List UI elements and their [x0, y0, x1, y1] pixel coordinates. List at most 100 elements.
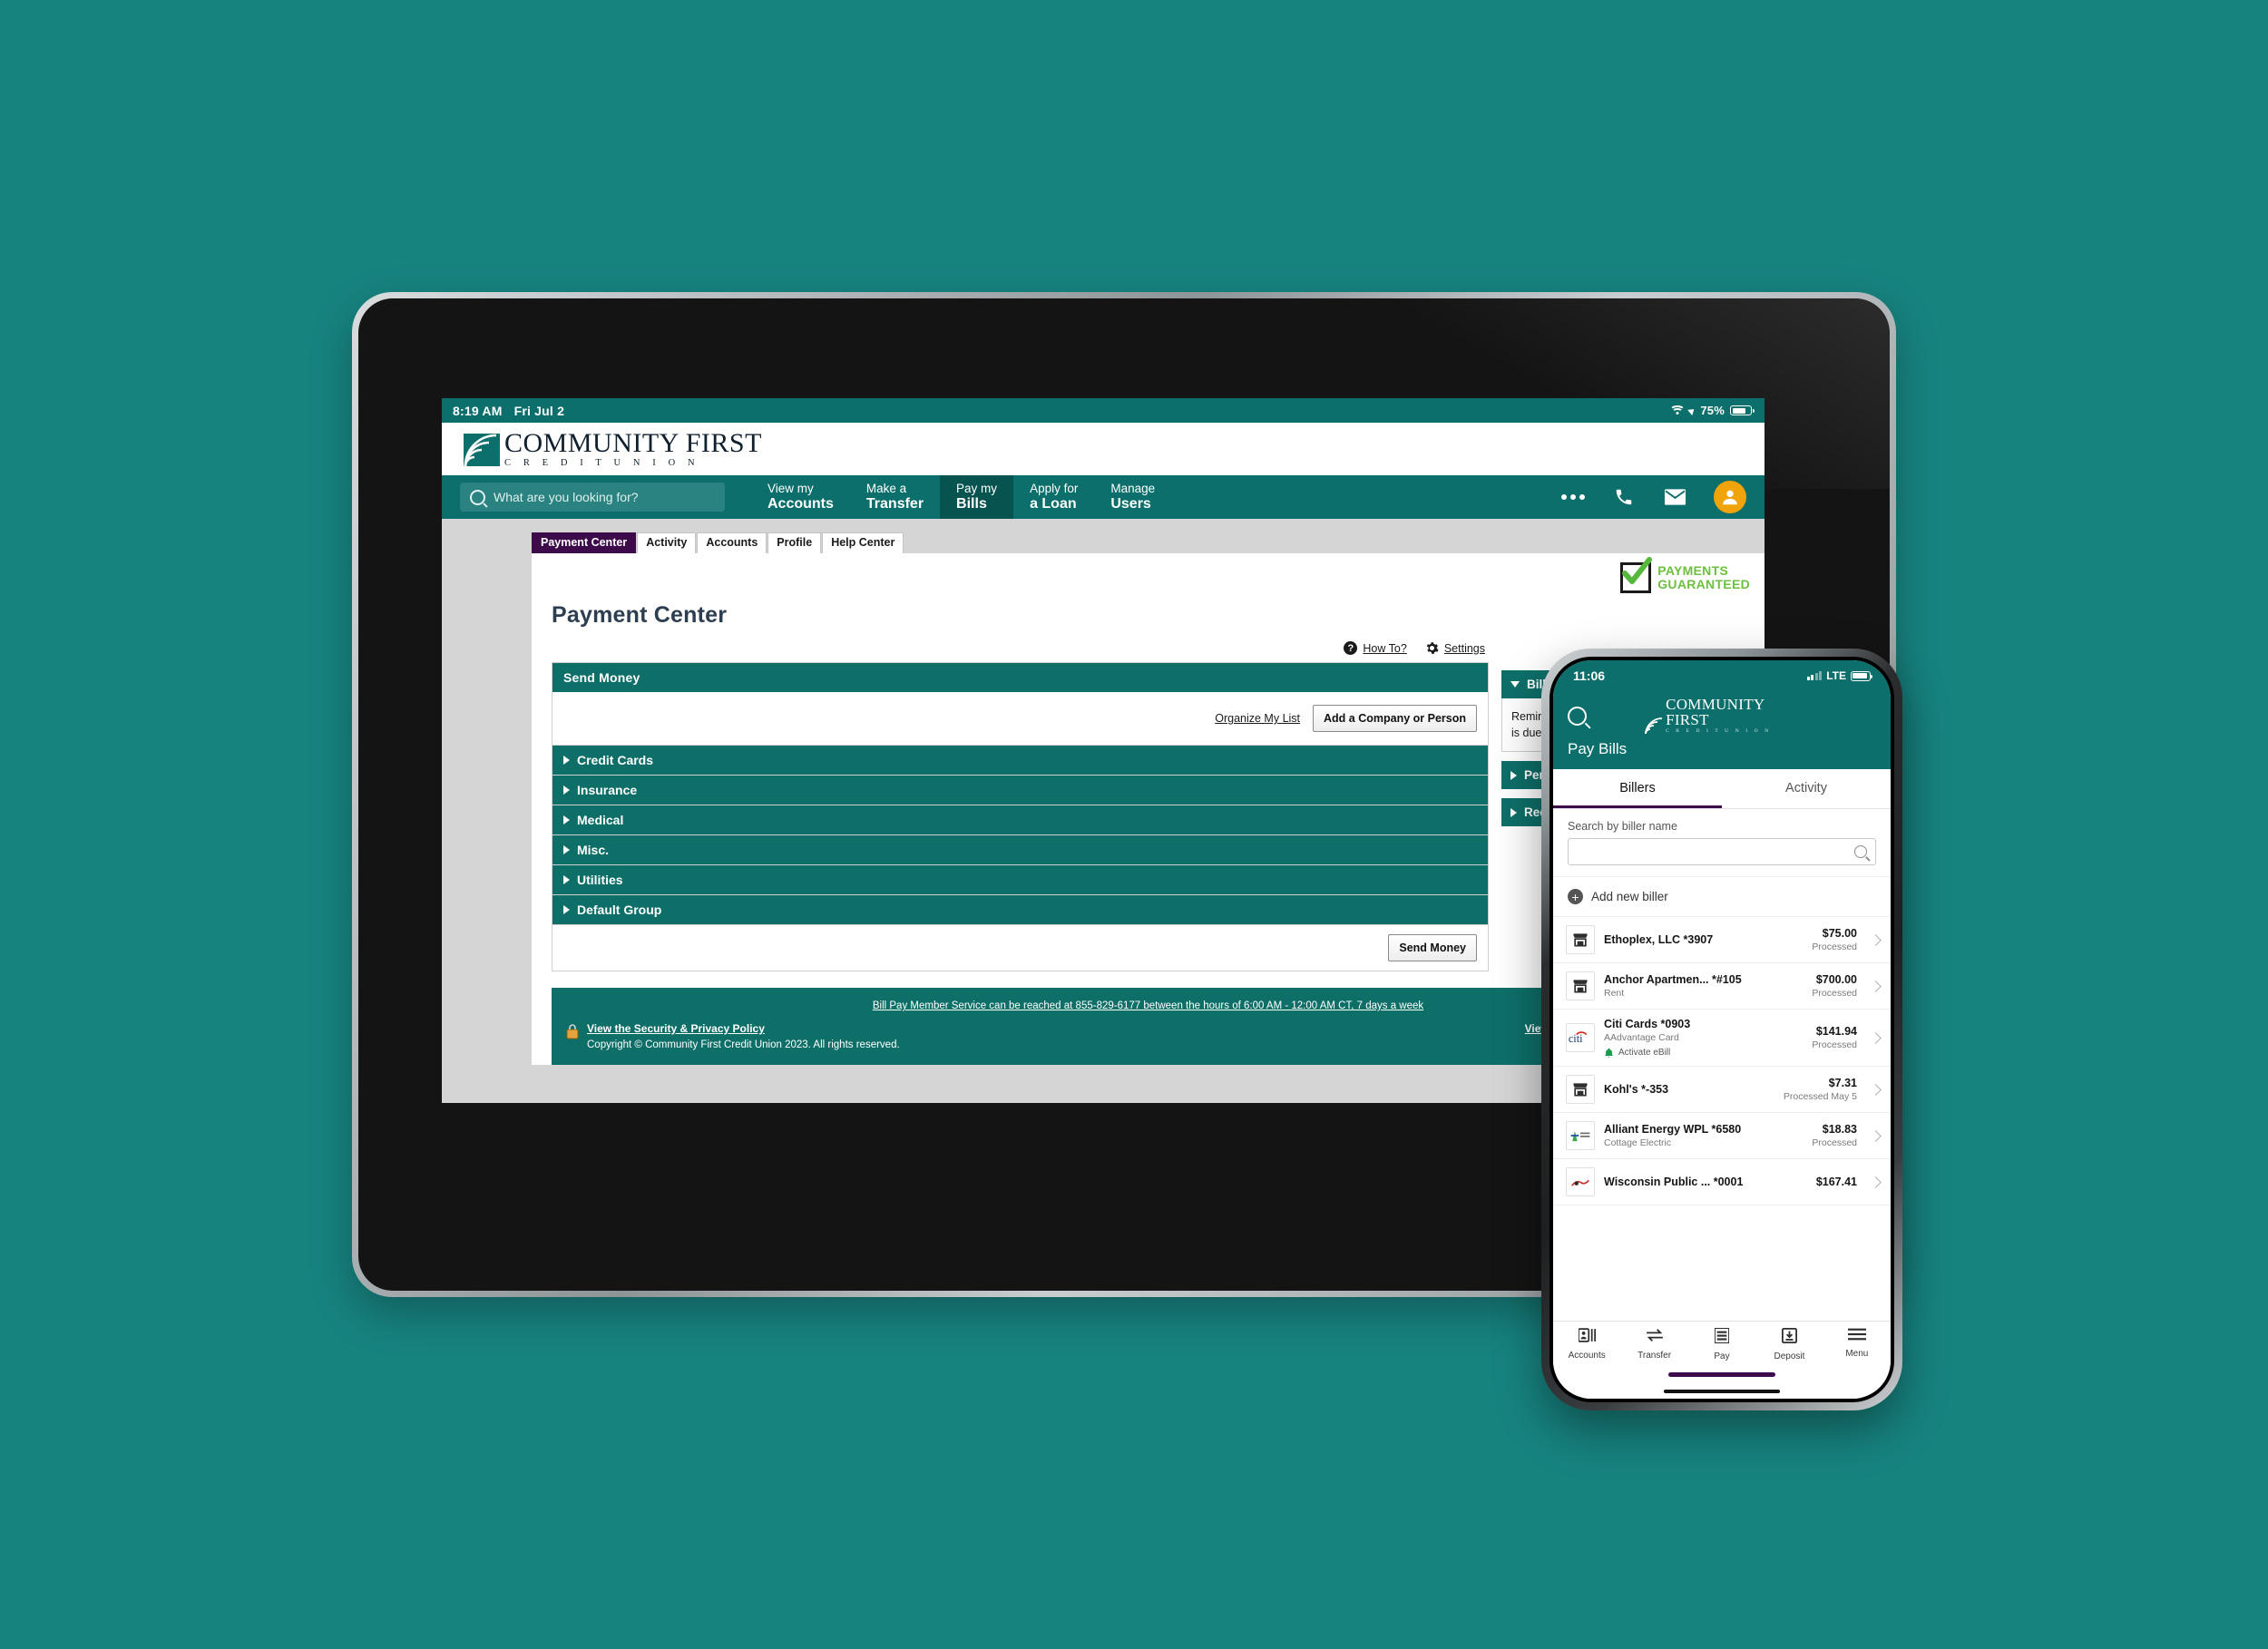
gear-icon	[1425, 641, 1439, 655]
list-item[interactable]: Wisconsin Public ... *0001 $167.41	[1553, 1159, 1891, 1205]
send-money-actions: Organize My List Add a Company or Person	[563, 705, 1477, 732]
pay-icon	[1714, 1327, 1730, 1348]
tabbar-item-pay[interactable]: Pay	[1688, 1327, 1755, 1361]
send-money-panel: Send Money Organize My List Add a Compan…	[552, 662, 1489, 746]
biller-name: Citi Cards *0903	[1604, 1018, 1691, 1030]
biller-amount: $18.83	[1822, 1123, 1857, 1136]
status-date: Fri Jul 2	[513, 403, 565, 418]
home-bar-dark	[1664, 1390, 1780, 1393]
tab-payment-center[interactable]: Payment Center	[532, 532, 637, 553]
hamburger-menu-icon	[1847, 1328, 1866, 1345]
group-medical[interactable]: Medical	[552, 805, 1489, 835]
accounts-icon	[1577, 1328, 1596, 1347]
nav-right-icons	[1561, 475, 1765, 519]
community-first-logo-icon: COMMUNITY FIRST C R E D I T U N I O N	[1645, 697, 1799, 735]
user-avatar-icon[interactable]	[1714, 481, 1746, 513]
question-mark-icon: ?	[1344, 641, 1358, 655]
phone-status-right: LTE	[1806, 669, 1872, 682]
add-new-biller-button[interactable]: + Add new biller	[1553, 877, 1891, 917]
phone-tab-activity[interactable]: Activity	[1722, 769, 1891, 808]
activate-ebill-button[interactable]: Activate eBill	[1604, 1047, 1803, 1058]
battery-icon	[1851, 670, 1872, 681]
list-item[interactable]: citi Citi Cards *0903 AAdvantage Card Ac…	[1553, 1010, 1891, 1067]
signal-bars-icon	[1806, 671, 1823, 680]
phone-header: COMMUNITY FIRST C R E D I T U N I O N Pa…	[1553, 691, 1891, 769]
settings-label: Settings	[1443, 641, 1485, 655]
biller-name: Alliant Energy WPL *6580	[1604, 1123, 1742, 1136]
biller-info: Kohl's *-353	[1604, 1083, 1774, 1096]
how-to-link[interactable]: ? How To?	[1344, 641, 1407, 655]
nav-item-view-accounts[interactable]: View my Accounts	[751, 475, 850, 519]
tabbar-item-deposit[interactable]: Deposit	[1755, 1328, 1823, 1361]
group-utilities[interactable]: Utilities	[552, 865, 1489, 895]
tabbar-item-menu[interactable]: Menu	[1823, 1328, 1891, 1361]
storefront-icon	[1566, 925, 1595, 954]
biller-amount: $700.00	[1815, 973, 1857, 986]
storefront-icon	[1566, 971, 1595, 1000]
battery-percent: 75%	[1700, 404, 1725, 417]
group-credit-cards[interactable]: Credit Cards	[552, 746, 1489, 776]
footer-left-text: View the Security & Privacy Policy Copyr…	[587, 1022, 900, 1050]
biller-status: Processed	[1812, 988, 1857, 999]
biller-info: Ethoplex, LLC *3907	[1604, 933, 1803, 946]
nav-item-manage-users[interactable]: Manage Users	[1094, 475, 1171, 519]
biller-amount-status: $700.00 Processed	[1812, 973, 1857, 999]
alliant-energy-logo-icon	[1566, 1121, 1595, 1150]
phone-tabs: Billers Activity	[1553, 769, 1891, 809]
tabbar-item-transfer[interactable]: Transfer	[1620, 1328, 1687, 1361]
search-icon[interactable]	[1568, 706, 1587, 726]
search-input[interactable]: What are you looking for?	[460, 483, 725, 512]
list-item[interactable]: Anchor Apartmen... *#105 Rent $700.00 Pr…	[1553, 963, 1891, 1010]
chevron-right-icon	[1870, 933, 1882, 946]
tab-accounts[interactable]: Accounts	[697, 532, 767, 553]
tabbar-item-accounts[interactable]: Accounts	[1553, 1328, 1620, 1361]
chevron-right-icon	[1870, 980, 1882, 992]
biller-status: Processed	[1812, 1137, 1857, 1148]
biller-subtitle: AAdvantage Card	[1604, 1032, 1679, 1043]
status-bar-right: 75%	[1669, 404, 1755, 417]
battery-icon	[1730, 405, 1755, 415]
biller-amount: $75.00	[1822, 927, 1857, 940]
phone-bezel: 11:06 LTE COMMUNITY FIRST C R E D I T U …	[1549, 657, 1894, 1402]
checkbox-check-icon	[1620, 557, 1653, 593]
phone-icon[interactable]	[1612, 485, 1636, 509]
logo-name-main: COMMUNITY FIRST	[504, 427, 762, 458]
tab-activity[interactable]: Activity	[637, 532, 697, 553]
biller-amount-status: $18.83 Processed	[1812, 1123, 1857, 1148]
page-title: Payment Center	[552, 602, 728, 628]
tabbar-label: Menu	[1845, 1349, 1869, 1359]
list-item[interactable]: Alliant Energy WPL *6580 Cottage Electri…	[1553, 1113, 1891, 1159]
security-privacy-link[interactable]: View the Security & Privacy Policy	[587, 1022, 900, 1035]
biller-name: Kohl's *-353	[1604, 1083, 1669, 1096]
home-bar	[1668, 1371, 1775, 1377]
community-first-logo-icon[interactable]: COMMUNITY FIRST C R E D I T U N I O N	[464, 427, 762, 469]
nav-item-make-transfer[interactable]: Make a Transfer	[850, 475, 940, 519]
logo-mark-icon	[464, 432, 500, 468]
tab-help-center[interactable]: Help Center	[822, 532, 904, 553]
mail-icon[interactable]	[1663, 485, 1686, 509]
organize-my-list-link[interactable]: Organize My List	[1215, 712, 1300, 725]
list-item[interactable]: Kohl's *-353 $7.31 Processed May 5	[1553, 1067, 1891, 1113]
group-misc[interactable]: Misc.	[552, 835, 1489, 865]
biller-search-input[interactable]	[1568, 838, 1876, 865]
tab-profile[interactable]: Profile	[767, 532, 822, 553]
storefront-icon	[1566, 1075, 1595, 1104]
group-default-group[interactable]: Default Group	[552, 895, 1489, 925]
phone-tab-billers[interactable]: Billers	[1553, 769, 1722, 808]
tabbar-label: Transfer	[1637, 1351, 1672, 1361]
phone-header-top: COMMUNITY FIRST C R E D I T U N I O N	[1568, 697, 1876, 735]
page-left-gutter	[442, 519, 532, 1103]
add-company-or-person-button[interactable]: Add a Company or Person	[1313, 705, 1477, 732]
left-column: ? How To? Settings Send Money Organize M…	[552, 630, 1489, 971]
badge-text: PAYMENTS GUARANTEED	[1657, 564, 1750, 590]
biller-name: Ethoplex, LLC *3907	[1604, 933, 1714, 946]
nav-item-apply-loan[interactable]: Apply for a Loan	[1013, 475, 1094, 519]
send-money-button[interactable]: Send Money	[1388, 934, 1477, 961]
settings-link[interactable]: Settings	[1425, 641, 1485, 655]
biller-status: Processed May 5	[1783, 1091, 1857, 1102]
group-insurance[interactable]: Insurance	[552, 776, 1489, 805]
status-bar-left: 8:19 AM Fri Jul 2	[453, 404, 564, 418]
nav-item-pay-bills[interactable]: Pay my Bills	[940, 475, 1014, 519]
list-item[interactable]: Ethoplex, LLC *3907 $75.00 Processed	[1553, 917, 1891, 963]
more-options-icon[interactable]	[1561, 494, 1585, 500]
